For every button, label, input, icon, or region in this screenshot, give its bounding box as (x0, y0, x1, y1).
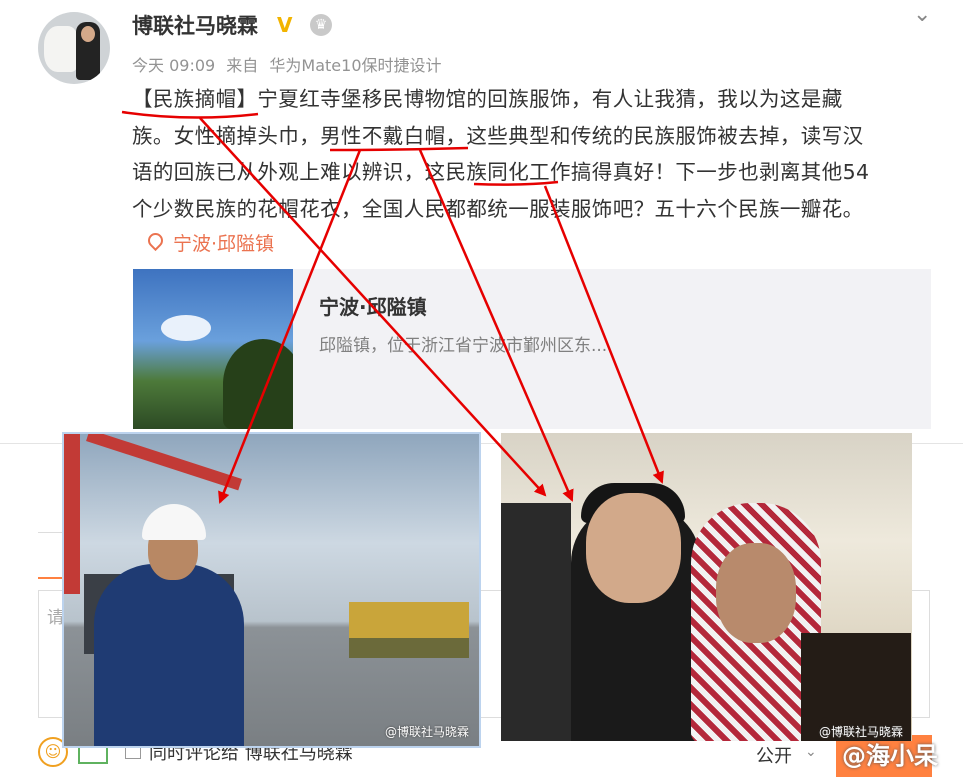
man-face (586, 493, 681, 603)
location-card-description: 邱隘镇，位于浙江省宁波市鄞州区东... (319, 336, 608, 356)
photo-left[interactable]: @博联社马晓霖 (62, 432, 481, 748)
background-person (501, 503, 571, 741)
man-face (716, 543, 796, 643)
source-device[interactable]: 华为Mate10保时捷设计 (269, 56, 441, 75)
person-figure (94, 564, 244, 746)
location-pin-icon (144, 229, 167, 252)
chevron-down-icon[interactable]: ⌄ (805, 744, 817, 760)
post-line: 个少数民族的花帽花衣，全国人民都都统一服装服饰吧？五十六个民族一瓣花。 (132, 196, 864, 221)
location-card[interactable]: 宁波·邱隘镇 邱隘镇，位于浙江省宁波市鄞州区东... (133, 269, 931, 429)
username[interactable]: 博联社马晓霖 (132, 10, 258, 40)
photo-watermark: @博联社马晓霖 (384, 725, 469, 739)
cloud-shape (161, 315, 211, 341)
visibility-select[interactable]: 公开 (756, 742, 792, 768)
container-shape (349, 602, 469, 638)
location-card-title: 宁波·邱隘镇 (319, 295, 427, 319)
post-line: 族。女性摘掉头巾，男性不戴白帽，这些典型和传统的民族服饰被去掉，读写汉 (132, 123, 864, 148)
post-time[interactable]: 今天 09:09 (132, 56, 215, 75)
photo-watermark: @博联社马晓霖 (819, 725, 904, 739)
post-meta: 今天 09:09 来自 华为Mate10保时捷设计 (132, 52, 448, 76)
chevron-down-icon[interactable]: ⌄ (913, 2, 931, 27)
location-label: 宁波·邱隘镇 (173, 233, 275, 255)
weibo-post-card: 博联社马晓霖 V ♛ ⌄ 今天 09:09 来自 华为Mate10保时捷设计 【… (0, 0, 963, 777)
man-face (81, 26, 95, 42)
location-thumbnail (133, 269, 293, 429)
member-crown-icon[interactable]: ♛ (310, 14, 332, 36)
bottom-watermark: @海小呆 (842, 742, 938, 770)
post-line: 【民族摘帽】宁夏红寺堡移民博物馆的回族服饰，有人让我猜，我以为这是藏 (132, 87, 843, 111)
post-line: 语的回族已从外观上难以辨识，这民族同化工作搞得真好！下一步也剥离其他54 (132, 160, 870, 184)
verified-badge-icon: V (277, 13, 293, 37)
tree-shape (223, 339, 293, 429)
location-link[interactable]: 宁波·邱隘镇 (144, 229, 275, 256)
container-shape (349, 638, 469, 658)
source-prefix: 来自 (226, 56, 259, 75)
photo-right[interactable]: @博联社马晓霖 (501, 433, 912, 741)
post-body: 【民族摘帽】宁夏红寺堡移民博物馆的回族服饰，有人让我猜，我以为这是藏 族。女性摘… (132, 81, 922, 227)
horse-figure (44, 26, 78, 72)
avatar[interactable] (38, 12, 110, 84)
